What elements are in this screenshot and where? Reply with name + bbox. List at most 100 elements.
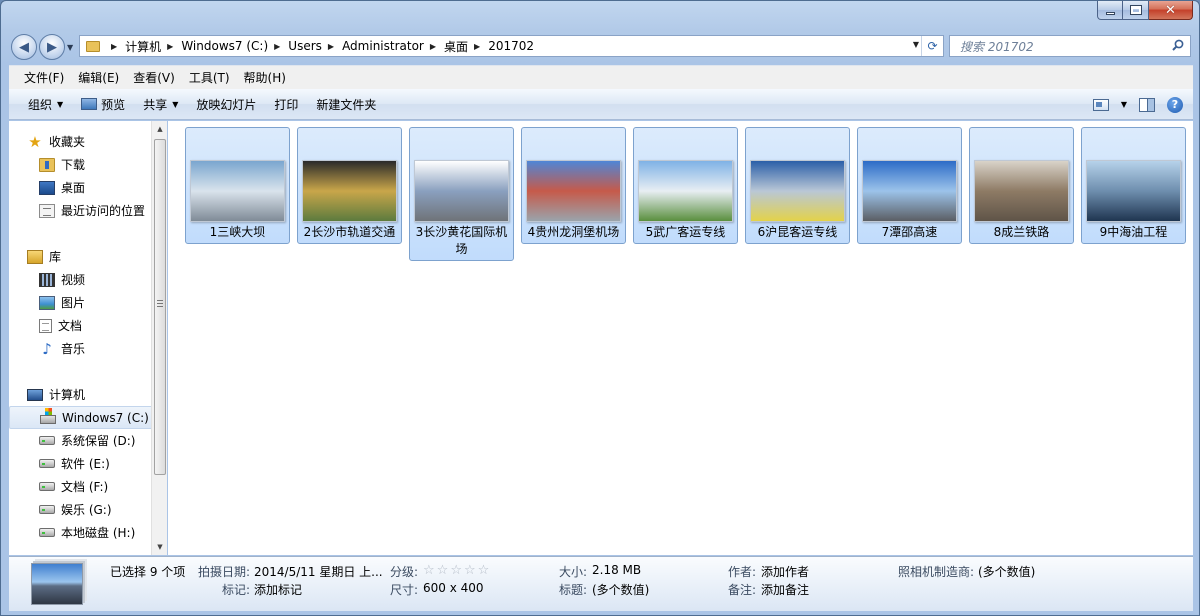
nav-label: 最近访问的位置 [61,204,146,218]
camera-maker-label: 照相机制造商: [898,565,975,579]
organize-button[interactable]: 组织 ▼ [19,89,72,120]
print-button[interactable]: 打印 [265,89,307,120]
rating-stars[interactable]: ☆ ☆ ☆ ☆ ☆ [423,563,489,578]
nav-libraries[interactable]: 库 [9,245,157,268]
preview-button[interactable]: 预览 [72,89,134,120]
scrollbar-thumb[interactable] [154,139,166,475]
breadcrumb-201702[interactable]: 201702 [488,39,534,53]
chevron-right-icon[interactable]: ▶ [274,42,280,51]
change-view-icon[interactable] [1092,98,1109,111]
refresh-button[interactable]: ⟳ [921,36,943,56]
recent-places-icon [39,203,55,218]
address-bar[interactable]: ▶ 计算机 ▶ Windows7 (C:) ▶ Users ▶ Administ… [79,35,944,57]
caption-buttons: ✕ [1097,1,1193,20]
scroll-up-arrow-icon[interactable]: ▲ [152,121,168,137]
size-value: 2.18 MB [592,563,642,577]
scroll-down-arrow-icon[interactable]: ▼ [152,539,168,555]
date-taken-value[interactable]: 2014/5/11 星期日 上... [254,563,383,580]
file-view[interactable]: 1三峡大坝 2长沙市轨道交通 3长沙黄花国际机场 4贵州龙洞堡机场 5武广客运专… [168,121,1193,555]
nav-recent-places[interactable]: 最近访问的位置 [9,199,157,222]
nav-videos[interactable]: 视频 [9,268,157,291]
close-button[interactable]: ✕ [1149,1,1193,20]
breadcrumb-users[interactable]: Users [288,39,322,53]
breadcrumb-desktop[interactable]: 桌面 [444,38,468,55]
file-item[interactable]: 8成兰铁路 [969,127,1074,244]
chevron-right-icon[interactable]: ▶ [474,42,480,51]
nav-documents[interactable]: 文档 [9,314,157,337]
drive-icon [39,459,55,468]
desktop-icon [39,180,55,195]
nav-drive-d[interactable]: 系统保留 (D:) [9,429,157,452]
share-button[interactable]: 共享 ▼ [134,89,187,120]
nav-label: 本地磁盘 (H:) [61,526,136,540]
navigation-scrollbar[interactable]: ▲ ▼ [151,121,167,555]
chevron-right-icon[interactable]: ▶ [328,42,334,51]
tags-value[interactable]: 添加标记 [254,581,302,598]
star-outline-icon[interactable]: ☆ [478,563,490,578]
nav-downloads[interactable]: 下载 [9,153,157,176]
star-outline-icon[interactable]: ☆ [437,563,449,578]
recent-pages-dropdown[interactable]: ▼ [67,43,73,52]
nav-desktop[interactable]: 桌面 [9,176,157,199]
file-item[interactable]: 7潭邵高速 [857,127,962,244]
nav-drive-h[interactable]: 本地磁盘 (H:) [9,521,157,544]
star-outline-icon[interactable]: ☆ [423,563,435,578]
file-item[interactable]: 2长沙市轨道交通 [297,127,402,244]
selection-count: 已选择 9 个项 [110,565,186,579]
menu-view[interactable]: 查看(V) [128,69,180,86]
file-item[interactable]: 5武广客运专线 [633,127,738,244]
minimize-button[interactable] [1097,1,1123,20]
file-item[interactable]: 9中海油工程 [1081,127,1186,244]
nav-drive-c[interactable]: Windows7 (C:) [9,406,157,429]
star-outline-icon[interactable]: ☆ [450,563,462,578]
address-dropdown-icon[interactable]: ▼ [913,40,919,49]
menu-help[interactable]: 帮助(H) [239,69,291,86]
star-outline-icon[interactable]: ☆ [464,563,476,578]
menu-tools[interactable]: 工具(T) [184,69,235,86]
file-item[interactable]: 6沪昆客运专线 [745,127,850,244]
menu-edit[interactable]: 编辑(E) [73,69,124,86]
preview-pane-icon[interactable] [1139,97,1155,112]
new-folder-button[interactable]: 新建文件夹 [307,89,385,120]
file-name: 4贵州龙洞堡机场 [527,225,620,239]
maximize-icon [1129,5,1142,15]
camera-maker-value[interactable]: (多个数值) [978,563,1035,580]
view-options-dropdown-icon[interactable]: ▼ [1121,100,1127,109]
search-icon[interactable] [1172,39,1184,51]
title-value[interactable]: (多个数值) [592,581,649,598]
chevron-right-icon[interactable]: ▶ [430,42,436,51]
file-item[interactable]: 3长沙黄花国际机场 [409,127,514,261]
search-box[interactable]: 搜索 201702 [949,35,1191,57]
nav-music[interactable]: ♪ 音乐 [9,337,157,360]
chevron-down-icon: ▼ [57,99,64,109]
music-icon: ♪ [42,339,52,358]
slideshow-button[interactable]: 放映幻灯片 [187,89,265,120]
file-item[interactable]: 4贵州龙洞堡机场 [521,127,626,244]
breadcrumb-drive-c[interactable]: Windows7 (C:) [181,39,268,53]
chevron-right-icon[interactable]: ▶ [111,42,117,51]
file-name: 9中海油工程 [1099,225,1168,239]
file-name: 6沪昆客运专线 [757,225,838,239]
search-input[interactable]: 搜索 201702 [960,38,1034,55]
nav-drive-g[interactable]: 娱乐 (G:) [9,498,157,521]
file-thumbnail [526,160,621,222]
forward-button[interactable]: ▶ [39,34,65,60]
help-icon[interactable]: ? [1167,96,1183,113]
nav-computer[interactable]: 计算机 [9,383,157,406]
nav-drive-f[interactable]: 文档 (F:) [9,475,157,498]
nav-favorites[interactable]: ★ 收藏夹 [9,130,157,153]
maximize-button[interactable] [1123,1,1149,20]
file-item[interactable]: 1三峡大坝 [185,127,290,244]
file-thumbnail [414,160,509,222]
chevron-right-icon[interactable]: ▶ [167,42,173,51]
nav-label: 计算机 [49,388,86,402]
chevron-down-icon: ▼ [172,99,179,109]
breadcrumb-computer[interactable]: 计算机 [125,38,161,55]
author-value[interactable]: 添加作者 [761,563,809,580]
nav-drive-e[interactable]: 软件 (E:) [9,452,157,475]
back-button[interactable]: ◀ [11,34,37,60]
nav-pictures[interactable]: 图片 [9,291,157,314]
breadcrumb-administrator[interactable]: Administrator [342,39,424,53]
menu-file[interactable]: 文件(F) [19,69,69,86]
notes-value[interactable]: 添加备注 [761,581,809,598]
